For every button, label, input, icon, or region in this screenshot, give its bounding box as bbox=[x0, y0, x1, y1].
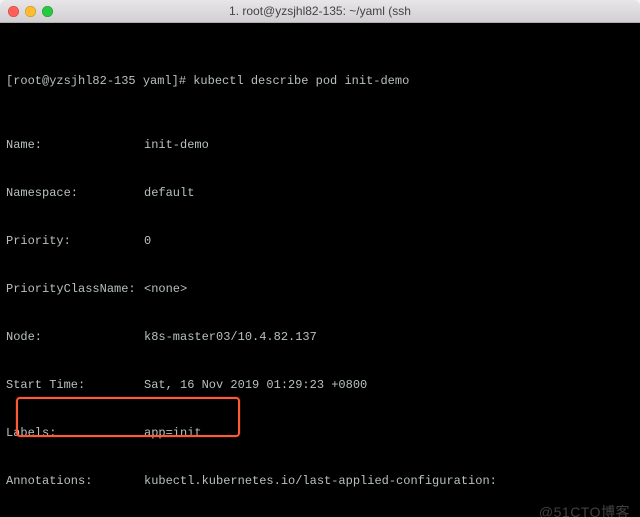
window-title: 1. root@yzsjhl82-135: ~/yaml (ssh bbox=[0, 3, 640, 19]
field-name: Name:init-demo bbox=[6, 137, 634, 153]
field-labels: Labels:app=init bbox=[6, 425, 634, 441]
prompt-line: [root@yzsjhl82-135 yaml]# kubectl descri… bbox=[6, 73, 634, 89]
field-priority: Priority:0 bbox=[6, 233, 634, 249]
field-priority-class: PriorityClassName:<none> bbox=[6, 281, 634, 297]
field-start-time: Start Time:Sat, 16 Nov 2019 01:29:23 +08… bbox=[6, 377, 634, 393]
field-node: Node:k8s-master03/10.4.82.137 bbox=[6, 329, 634, 345]
field-namespace: Namespace:default bbox=[6, 185, 634, 201]
window: 1. root@yzsjhl82-135: ~/yaml (ssh [root@… bbox=[0, 0, 640, 517]
watermark: @51CTO博客 bbox=[539, 504, 630, 517]
field-annotations-1: Annotations:kubectl.kubernetes.io/last-a… bbox=[6, 473, 634, 489]
terminal[interactable]: [root@yzsjhl82-135 yaml]# kubectl descri… bbox=[0, 23, 640, 517]
command: kubectl describe pod init-demo bbox=[193, 74, 409, 88]
prompt: [root@yzsjhl82-135 yaml]# bbox=[6, 74, 193, 88]
titlebar[interactable]: 1. root@yzsjhl82-135: ~/yaml (ssh bbox=[0, 0, 640, 23]
